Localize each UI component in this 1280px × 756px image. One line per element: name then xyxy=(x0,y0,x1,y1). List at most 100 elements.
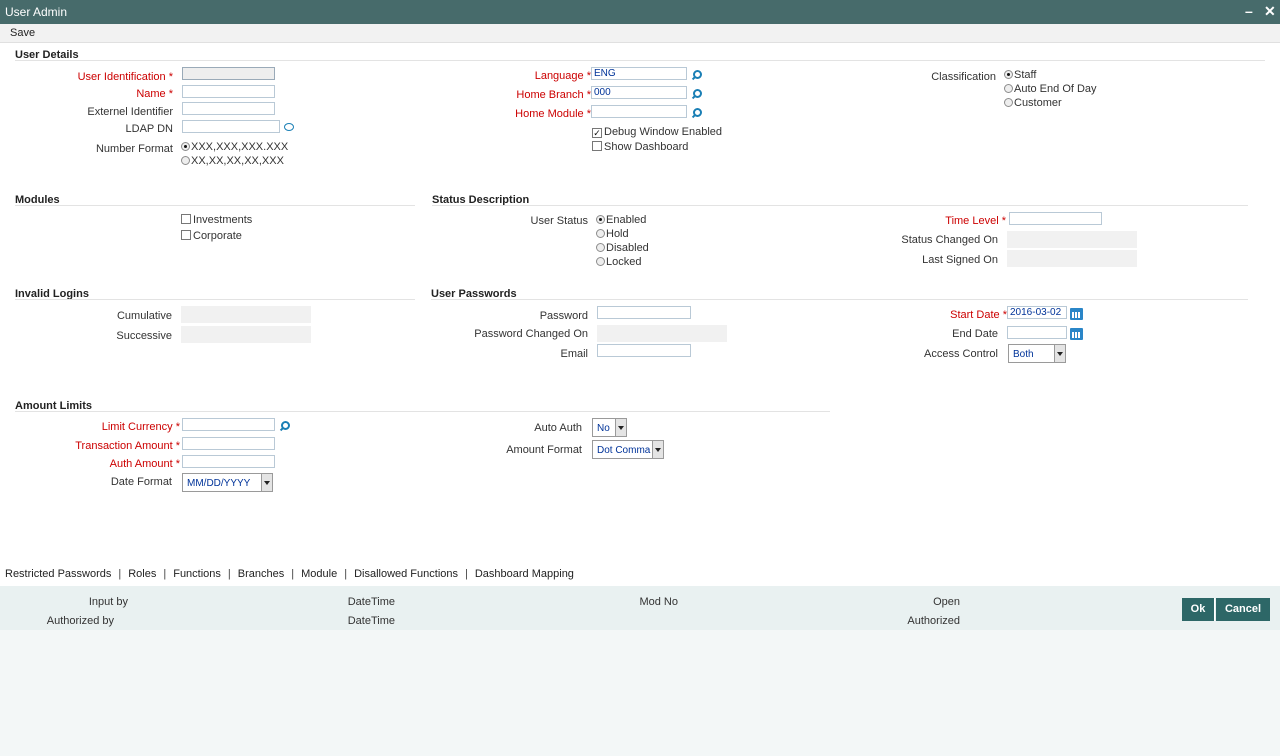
limit-currency-label: Limit Currency * xyxy=(101,421,180,433)
module-corporate-checkbox[interactable]: Corporate xyxy=(181,230,242,242)
external-identifier-label: Externel Identifier xyxy=(87,106,173,118)
name-input[interactable] xyxy=(182,85,275,98)
show-dashboard-checkbox[interactable]: Show Dashboard xyxy=(592,141,688,153)
auto-auth-value: No xyxy=(597,423,610,434)
start-date-label: Start Date * xyxy=(950,309,1007,321)
tab-separator: | xyxy=(465,568,468,580)
tab-disallowed-functions[interactable]: Disallowed Functions xyxy=(354,568,458,580)
radio-icon xyxy=(596,257,605,266)
tab-restricted-passwords[interactable]: Restricted Passwords xyxy=(5,568,111,580)
home-module-input[interactable] xyxy=(591,105,687,118)
chevron-down-icon xyxy=(261,474,272,491)
open-status-label: Open xyxy=(933,596,960,608)
home-branch-label: Home Branch * xyxy=(516,89,591,101)
date-format-select[interactable]: MM/DD/YYYY xyxy=(182,473,273,492)
date-format-label: Date Format xyxy=(110,476,172,488)
radio-icon xyxy=(596,243,605,252)
language-label: Language * xyxy=(534,70,591,82)
radio-selected-icon xyxy=(181,142,190,151)
radio-icon xyxy=(1004,98,1013,107)
tab-functions[interactable]: Functions xyxy=(173,568,221,580)
input-by-label: Input by xyxy=(88,596,128,608)
start-date-input[interactable]: 2016-03-02 xyxy=(1007,306,1067,319)
auth-amount-label: Auth Amount * xyxy=(109,458,180,470)
number-format-option-1[interactable]: XXX,XXX,XXX.XXX xyxy=(181,141,288,153)
number-format-label: Number Format xyxy=(95,143,173,155)
password-label: Password xyxy=(539,310,588,322)
time-level-label: Time Level * xyxy=(945,215,1006,227)
ok-button[interactable]: Ok xyxy=(1182,598,1215,621)
tab-branches[interactable]: Branches xyxy=(238,568,284,580)
tab-dashboard-mapping[interactable]: Dashboard Mapping xyxy=(475,568,574,580)
limit-currency-search-icon[interactable] xyxy=(280,421,290,431)
date-format-value: MM/DD/YYYY xyxy=(187,478,251,489)
save-button[interactable]: Save xyxy=(10,27,35,39)
end-date-calendar-icon[interactable] xyxy=(1070,328,1083,340)
successive-label: Successive xyxy=(116,330,172,342)
classification-option-auto-eod[interactable]: Auto End Of Day xyxy=(1004,83,1097,95)
cumulative-label: Cumulative xyxy=(116,310,172,322)
authorized-status-label: Authorized xyxy=(907,615,960,627)
access-control-select[interactable]: Both xyxy=(1008,344,1066,363)
classification-label: Classification xyxy=(931,71,996,83)
radio-selected-icon xyxy=(1004,70,1013,79)
end-date-input[interactable] xyxy=(1007,326,1067,339)
authorized-by-label: Authorized by xyxy=(46,615,114,627)
classification-option-customer[interactable]: Customer xyxy=(1004,97,1062,109)
access-control-label: Access Control xyxy=(924,348,998,360)
tab-roles[interactable]: Roles xyxy=(128,568,156,580)
datetime-label: DateTime xyxy=(347,596,395,608)
user-status-locked[interactable]: Locked xyxy=(596,256,641,268)
language-input[interactable]: ENG xyxy=(591,67,687,80)
language-search-icon[interactable] xyxy=(692,70,702,80)
home-module-search-icon[interactable] xyxy=(692,108,702,118)
user-status-label: User Status xyxy=(530,215,588,227)
user-status-enabled[interactable]: Enabled xyxy=(596,214,646,226)
successive-field xyxy=(181,326,311,343)
email-input[interactable] xyxy=(597,344,691,357)
email-label: Email xyxy=(560,348,588,360)
radio-icon xyxy=(1004,84,1013,93)
user-identification-input[interactable] xyxy=(182,67,275,80)
auth-amount-input[interactable] xyxy=(182,455,275,468)
section-divider xyxy=(15,411,830,412)
home-branch-input[interactable]: 000 xyxy=(591,86,687,99)
checkbox-icon xyxy=(181,230,191,240)
section-divider xyxy=(432,205,1248,206)
user-status-hold[interactable]: Hold xyxy=(596,228,629,240)
checkbox-checked-icon: ✓ xyxy=(592,128,602,138)
password-input[interactable] xyxy=(597,306,691,319)
external-identifier-input[interactable] xyxy=(182,102,275,115)
minimize-icon[interactable]: – xyxy=(1245,3,1253,19)
limit-currency-input[interactable] xyxy=(182,418,275,431)
amount-format-select[interactable]: Dot Comma xyxy=(592,440,664,459)
ldap-dn-input[interactable] xyxy=(182,120,280,133)
module-investments-checkbox[interactable]: Investments xyxy=(181,214,252,226)
section-divider xyxy=(15,205,415,206)
user-status-disabled[interactable]: Disabled xyxy=(596,242,649,254)
debug-window-checkbox[interactable]: ✓ Debug Window Enabled xyxy=(592,126,722,138)
title-bar: User Admin – ✕ xyxy=(0,0,1280,24)
status-changed-on-label: Status Changed On xyxy=(901,234,998,246)
last-signed-on-field xyxy=(1007,250,1137,267)
cancel-button[interactable]: Cancel xyxy=(1216,598,1270,621)
transaction-amount-label: Transaction Amount * xyxy=(75,440,180,452)
auto-auth-select[interactable]: No xyxy=(592,418,627,437)
start-date-calendar-icon[interactable] xyxy=(1070,308,1083,320)
tab-module[interactable]: Module xyxy=(301,568,337,580)
home-branch-search-icon[interactable] xyxy=(692,89,702,99)
transaction-amount-input[interactable] xyxy=(182,437,275,450)
toolbar: Save xyxy=(0,24,1280,43)
number-format-option-2[interactable]: XX,XX,XX,XX,XXX xyxy=(181,155,284,167)
close-icon[interactable]: ✕ xyxy=(1264,3,1276,20)
last-signed-on-label: Last Signed On xyxy=(922,254,998,266)
time-level-input[interactable] xyxy=(1009,212,1102,225)
auto-auth-label: Auto Auth xyxy=(534,422,582,434)
home-module-label: Home Module * xyxy=(515,108,591,120)
user-identification-label: User Identification * xyxy=(77,71,173,83)
window-title: User Admin xyxy=(5,5,68,19)
section-divider xyxy=(431,299,1248,300)
radio-icon xyxy=(596,229,605,238)
ldap-lookup-icon[interactable] xyxy=(283,123,295,133)
classification-option-staff[interactable]: Staff xyxy=(1004,69,1036,81)
